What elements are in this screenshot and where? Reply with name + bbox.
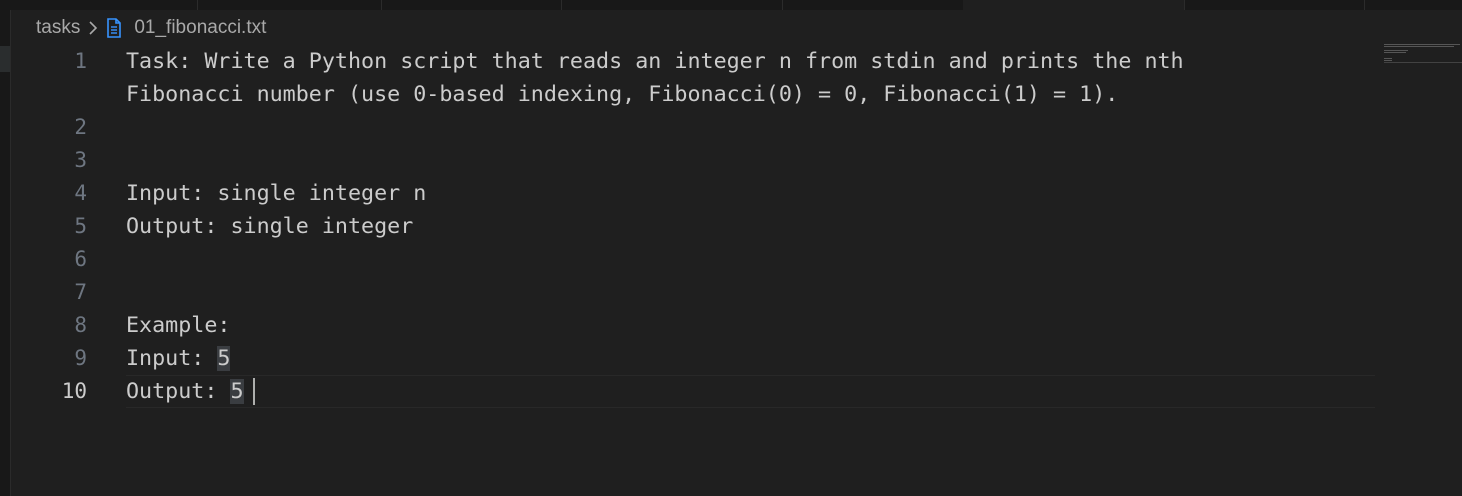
line-text-prefix: Input:: [126, 346, 218, 371]
line-text: Output: single integer: [126, 214, 414, 239]
line-number-active: 10: [61, 379, 87, 403]
breadcrumb-folder[interactable]: tasks: [36, 17, 80, 39]
editor-line: 6: [10, 243, 1375, 276]
editor-line: 9 Input: 5: [10, 342, 1375, 375]
tab-divider: [1364, 0, 1365, 10]
selection-highlight: 5: [217, 346, 231, 371]
line-number: 7: [74, 280, 87, 304]
code-editor[interactable]: 1 Task: Write a Python script that reads…: [10, 44, 1375, 484]
editor-line: 4 Input: single integer n: [10, 177, 1375, 210]
line-number: 8: [74, 313, 87, 337]
line-number: 9: [74, 346, 87, 370]
editor-line-active: 10 Output: 5: [10, 375, 1375, 408]
line-text: Fibonacci number (use 0-based indexing, …: [126, 82, 1119, 107]
tab-divider: [381, 0, 382, 10]
line-text-prefix: Output:: [126, 379, 231, 404]
vertical-scrollbar[interactable]: [1448, 10, 1462, 496]
tab-divider: [1184, 0, 1185, 10]
minimap-line: [1384, 46, 1454, 47]
selection-highlight: 5: [230, 379, 244, 404]
minimap-line: [1384, 60, 1392, 61]
line-number: 4: [74, 181, 87, 205]
text-cursor: [253, 378, 255, 405]
editor-window: tasks 01_fibonacci.txt 1 Task: Write a P…: [0, 0, 1462, 496]
line-text: Task: Write a Python script that reads a…: [126, 49, 1184, 74]
editor-line: 7: [10, 276, 1375, 309]
line-text: Output: 5: [126, 375, 244, 408]
tab-divider: [561, 0, 562, 10]
tab-divider: [197, 0, 198, 10]
line-number: 2: [74, 115, 87, 139]
line-number: 5: [74, 214, 87, 238]
text-file-icon: [106, 17, 124, 39]
editor-line-wrap: Fibonacci number (use 0-based indexing, …: [10, 78, 1375, 111]
minimap-line: [1384, 52, 1406, 53]
active-tab[interactable]: [963, 0, 1184, 10]
line-number: 3: [74, 148, 87, 172]
tab-strip: [0, 0, 1462, 10]
editor-line: 1 Task: Write a Python script that reads…: [10, 45, 1375, 78]
editor-line: 2: [10, 111, 1375, 144]
editor-line: 3: [10, 144, 1375, 177]
line-text: Example:: [126, 313, 231, 338]
minimap-line: [1384, 58, 1392, 59]
chevron-right-icon: [86, 16, 100, 40]
sidebar-edge-highlight: [0, 46, 10, 72]
editor-line: 5 Output: single integer: [10, 210, 1375, 243]
breadcrumb: tasks 01_fibonacci.txt: [36, 16, 266, 40]
breadcrumb-file[interactable]: 01_fibonacci.txt: [134, 17, 266, 39]
line-text: Input: single integer n: [126, 181, 427, 206]
line-number: 6: [74, 247, 87, 271]
editor-line: 8 Example:: [10, 309, 1375, 342]
tab-divider: [782, 0, 783, 10]
minimap-line: [1384, 50, 1408, 51]
line-number: 1: [74, 49, 87, 73]
line-text: Input: 5: [126, 342, 231, 375]
